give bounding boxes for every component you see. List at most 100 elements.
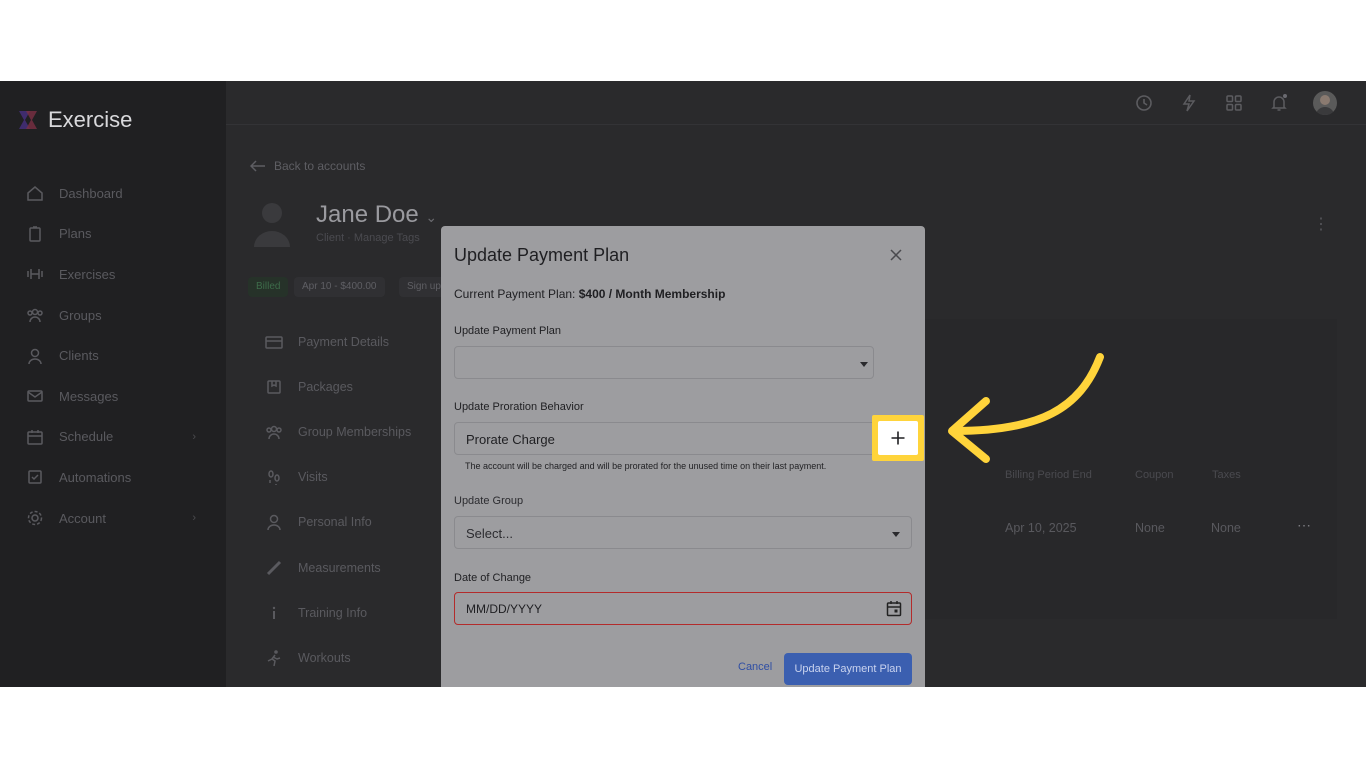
back-to-accounts-link[interactable]: Back to accounts [250, 159, 365, 173]
sidebar-item-label: Account [59, 510, 106, 526]
more-options-icon[interactable]: ⋮ [1313, 214, 1329, 234]
sidebar-item-exercises[interactable]: Exercises [0, 254, 226, 295]
app-window: Exercise Dashboard Plans Exercises Groups Cl… [0, 81, 1366, 687]
sidebar-item-clients[interactable]: Clients [0, 335, 226, 376]
side-menu-item-visits[interactable]: Visits [250, 455, 440, 500]
side-menu-item-payment-details[interactable]: Payment Details [250, 319, 440, 364]
highlight-box [872, 415, 924, 461]
group-field-label: Update Group [454, 495, 524, 507]
sidebar-item-messages[interactable]: Messages [0, 376, 226, 417]
group-select[interactable]: Select... [454, 516, 912, 549]
side-menu-item-label: Measurements [298, 560, 381, 575]
person-icon [264, 513, 284, 531]
arrow-left-icon [250, 160, 265, 172]
date-of-change-input[interactable]: MM/DD/YYYY [454, 592, 912, 625]
status-badge: Billed [248, 277, 289, 297]
app-name: Exercise [48, 107, 133, 132]
side-menu-item-label: Payment Details [298, 334, 390, 349]
sidebar-item-schedule[interactable]: Schedule › [0, 417, 226, 458]
payment-plan-select[interactable] [454, 346, 874, 379]
checkbox-icon [26, 468, 44, 486]
side-menu-item-personal-info[interactable]: Personal Info [250, 500, 440, 545]
apps-grid-icon[interactable] [1224, 93, 1244, 113]
calendar-icon [26, 428, 44, 446]
client-name-text: Jane Doe [316, 201, 419, 228]
gear-icon [26, 509, 44, 527]
logo-icon [16, 108, 40, 132]
side-menu-item-group-memberships[interactable]: Group Memberships [250, 409, 440, 454]
proration-help-text: The account will be charged and will be … [465, 461, 827, 471]
table-header-taxes: Taxes [1212, 469, 1241, 481]
sidebar-item-groups[interactable]: Groups [0, 295, 226, 336]
runner-icon [264, 649, 284, 667]
clipboard-icon [26, 225, 44, 243]
group-placeholder: Select... [466, 526, 513, 541]
sidebar-item-label: Schedule [59, 429, 114, 445]
chevron-down-icon[interactable]: ⌄ [425, 209, 437, 225]
caret-down-icon [860, 362, 868, 367]
app-logo[interactable]: Exercise [16, 107, 132, 133]
add-payment-plan-button[interactable] [878, 421, 918, 455]
current-plan-value: $400 / Month Membership [578, 287, 726, 301]
sidebar-item-label: Messages [59, 388, 119, 404]
modal-title: Update Payment Plan [454, 245, 630, 265]
ruler-icon [264, 559, 284, 577]
home-icon [26, 184, 44, 202]
proration-select[interactable]: Prorate Charge [454, 422, 912, 455]
sidebar-item-label: Exercises [59, 266, 116, 282]
caret-down-icon [892, 532, 900, 537]
table-header-billing-end: Billing Period End [1005, 469, 1092, 481]
side-menu-item-label: Visits [298, 470, 328, 485]
person-icon [26, 347, 44, 365]
sidebar-item-label: Dashboard [59, 185, 123, 201]
client-subtitle[interactable]: Client · Manage Tags [316, 232, 420, 244]
table-cell-billing-end: Apr 10, 2025 [1005, 521, 1077, 535]
bell-icon[interactable] [1269, 93, 1289, 113]
calendar-icon[interactable] [886, 600, 902, 617]
sidebar-item-account[interactable]: Account › [0, 498, 226, 539]
side-menu-item-training-info[interactable]: Training Info [250, 590, 440, 635]
group-icon [264, 423, 284, 441]
account-side-menu: Payment Details Packages Group Memberships… [250, 319, 440, 681]
sidebar-item-label: Clients [59, 348, 99, 364]
billing-chip: Apr 10 - $400.00 [294, 277, 385, 297]
client-name[interactable]: Jane Doe ⌄ [316, 201, 437, 229]
table-header-coupon: Coupon [1135, 469, 1174, 481]
chevron-right-icon: › [192, 430, 196, 443]
row-actions-icon[interactable]: ⋯ [1297, 517, 1311, 534]
current-payment-plan: Current Payment Plan: $400 / Month Membe… [454, 287, 725, 301]
sidebar-item-label: Automations [59, 469, 132, 485]
table-cell-taxes: None [1211, 521, 1241, 535]
update-payment-plan-modal: Update Payment Plan Current Payment Plan… [441, 226, 925, 687]
side-menu-item-label: Group Memberships [298, 424, 412, 439]
sidebar-item-dashboard[interactable]: Dashboard [0, 173, 226, 214]
sidebar-item-label: Groups [59, 307, 102, 323]
history-icon[interactable] [1134, 93, 1154, 113]
footprints-icon [264, 468, 284, 486]
side-menu-item-label: Workouts [298, 650, 351, 665]
side-menu-item-workouts[interactable]: Workouts [250, 635, 440, 680]
user-avatar[interactable] [1313, 91, 1337, 115]
side-menu-item-packages[interactable]: Packages [250, 364, 440, 409]
group-icon [26, 306, 44, 324]
close-icon[interactable] [887, 246, 905, 264]
lightning-icon[interactable] [1179, 93, 1199, 113]
sidebar-item-label: Plans [59, 226, 92, 242]
sidebar-item-plans[interactable]: Plans [0, 214, 226, 255]
info-icon [264, 604, 284, 622]
chevron-right-icon: › [192, 512, 196, 525]
current-plan-label: Current Payment Plan: [454, 287, 576, 301]
back-link-label: Back to accounts [274, 159, 366, 173]
sidebar: Exercise Dashboard Plans Exercises Groups Cl… [0, 81, 226, 687]
side-menu-item-label: Personal Info [298, 515, 372, 530]
credit-card-icon [264, 333, 284, 351]
proration-field-label: Update Proration Behavior [454, 401, 584, 413]
side-menu-item-measurements[interactable]: Measurements [250, 545, 440, 590]
side-menu-item-label: Training Info [298, 605, 368, 620]
mail-icon [26, 387, 44, 405]
sidebar-item-automations[interactable]: Automations [0, 457, 226, 498]
package-icon [264, 378, 284, 396]
plan-field-label: Update Payment Plan [454, 325, 562, 337]
cancel-button[interactable]: Cancel [738, 661, 772, 673]
update-payment-plan-button[interactable]: Update Payment Plan [784, 653, 912, 685]
